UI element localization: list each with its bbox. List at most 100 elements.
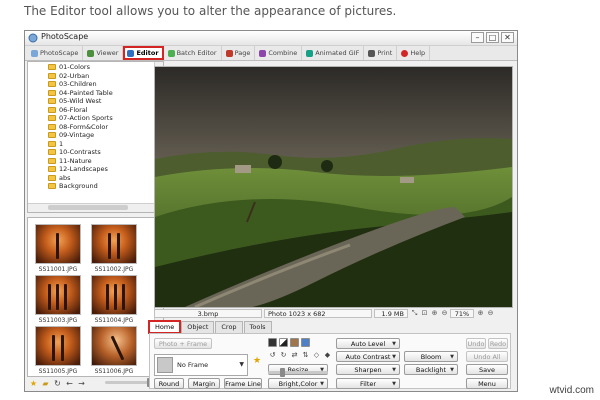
folder-item[interactable]: 03-Children [48,80,113,89]
frame-slider[interactable] [268,368,328,377]
folder-item[interactable]: 08-Form&Color [48,123,113,132]
thumbnail-item[interactable]: SS11003.JPG [34,275,82,324]
tab-label: Page [234,49,251,57]
thumbnail-item[interactable]: SS11002.JPG [90,224,138,273]
undo-button[interactable]: Undo [466,338,486,349]
menu-button[interactable]: Menu [466,378,508,389]
folder-item[interactable]: 10-Contrasts [48,148,113,157]
save-button[interactable]: Save [466,364,508,375]
dropdown-arrow-icon: ▼ [450,354,454,360]
thumbnail-item[interactable]: SS11005.JPG [34,326,82,375]
window-controls: – □ ✕ [471,32,514,43]
frame-line-button[interactable]: Frame Line [224,378,262,389]
tab-crop[interactable]: Crop [215,321,243,333]
undo-all-button[interactable]: Undo All [466,351,508,362]
maximize-button[interactable]: □ [486,32,499,43]
zoom-in-icon[interactable]: ⊕ [476,309,485,318]
image-viewer[interactable] [154,66,513,308]
folder-list: 01-Colors 02-Urban 03-Children 04-Painted T… [48,63,113,191]
dropdown-arrow-icon: ▼ [392,381,396,387]
folder-item[interactable]: 12-Landscapes [48,165,113,174]
rotate-right-icon[interactable]: ↻ [279,351,288,360]
round-button[interactable]: Round [154,378,184,389]
black-white-icon[interactable] [268,338,277,347]
slider-knob[interactable] [280,368,285,377]
color-icon[interactable] [301,338,310,347]
sharpen-button[interactable]: Sharpen ▼ [336,364,400,375]
actual-size-icon[interactable]: ⤡ [410,309,419,318]
folder-item[interactable]: 01-Colors [48,63,113,72]
tab-animated-gif[interactable]: Animated GIF [302,46,365,60]
star-icon[interactable]: ★ [253,356,261,366]
batch-editor-icon [167,49,175,57]
folder-label: 11-Nature [59,156,92,165]
tab-home[interactable]: Home [147,320,182,334]
tab-editor[interactable]: Editor [123,46,164,60]
sepia-icon[interactable] [290,338,299,347]
star-icon[interactable]: ★ [29,379,38,388]
tab-combine[interactable]: Combine [255,46,303,60]
thumbnail-item[interactable]: SS11001.JPG [34,224,82,273]
folder-tree: 01-Colors 02-Urban 03-Children 04-Painted T… [27,61,164,213]
tab-viewer[interactable]: Viewer [83,46,124,60]
thumbnail-image [91,224,137,264]
zoom-out-icon[interactable]: ⊖ [486,309,495,318]
folder-item[interactable]: 06-Floral [48,106,113,115]
zoom-out-icon[interactable]: ⊖ [440,309,449,318]
minimize-button[interactable]: – [471,32,484,43]
folder-icon [48,115,56,122]
tab-page[interactable]: Page [222,46,256,60]
folder-item[interactable]: 05-Wild West [48,97,113,106]
folder-icon[interactable]: ▰ [41,379,50,388]
folder-item[interactable]: 04-Painted Table [48,89,113,98]
tab-object[interactable]: Object [181,321,215,333]
backlight-button[interactable]: Backlight ▼ [404,364,458,375]
margin-button[interactable]: Margin [188,378,220,389]
tab-print[interactable]: Print [364,46,398,60]
filter-button[interactable]: Filter ▼ [336,378,400,389]
back-arrow-icon[interactable]: ← [65,379,74,388]
folder-item[interactable]: Background [48,182,113,191]
editor-tabs: Home Object Crop Tools [147,320,273,334]
mirror-icon[interactable]: ⇅ [301,351,310,360]
thumbnail-item[interactable]: SS11006.JPG [90,326,138,375]
frame-select[interactable]: No Frame ▼ [154,354,248,376]
folder-item[interactable]: 09-Vintage [48,131,113,140]
photo-frame-button[interactable]: Photo + Frame [154,338,212,349]
folder-icon [48,166,56,173]
tab-photoscape[interactable]: PhotoScape [27,46,84,60]
close-button[interactable]: ✕ [501,32,514,43]
fit-icon[interactable]: ⊡ [420,309,429,318]
invert-icon[interactable] [279,338,288,347]
folder-tree-hscrollbar[interactable] [28,203,163,212]
tilt-icon[interactable]: ◆ [323,351,332,360]
folder-item[interactable]: 07-Action Sports [48,114,113,123]
auto-level-button[interactable]: Auto Level ▼ [336,338,400,349]
redo-button[interactable]: Redo [488,338,508,349]
tab-label: Combine [268,49,298,57]
rotate-icon[interactable]: ↻ [53,379,62,388]
tab-batch-editor[interactable]: Batch Editor [164,46,222,60]
tab-tools[interactable]: Tools [243,321,272,333]
scroll-thumb[interactable] [48,205,128,210]
bloom-button[interactable]: Bloom ▼ [404,351,458,362]
folder-label: 07-Action Sports [59,114,113,123]
bright-color-button[interactable]: Bright,Color ▼ [268,378,328,389]
folder-item[interactable]: abs [48,174,113,183]
flip-icon[interactable]: ⇄ [290,351,299,360]
tab-label: Help [410,49,426,57]
folder-item[interactable]: 11-Nature [48,157,113,166]
thumbnail-filename: SS11001.JPG [38,266,78,273]
thumbnail-item[interactable]: SS11004.JPG [90,275,138,324]
rotate-left-icon[interactable]: ↺ [268,351,277,360]
zoom-fit-icon[interactable]: ⊕ [430,309,439,318]
auto-contrast-button[interactable]: Auto Contrast ▼ [336,351,400,362]
folder-item[interactable]: 1 [48,140,113,149]
folder-item[interactable]: 02-Urban [48,72,113,81]
thumbnail-size-slider[interactable] [105,378,155,387]
tab-help[interactable]: Help [397,46,431,60]
straighten-icon[interactable]: ◇ [312,351,321,360]
folder-icon [48,98,56,105]
thumbnail-filename: SS11005.JPG [38,368,78,375]
forward-arrow-icon[interactable]: → [77,379,86,388]
